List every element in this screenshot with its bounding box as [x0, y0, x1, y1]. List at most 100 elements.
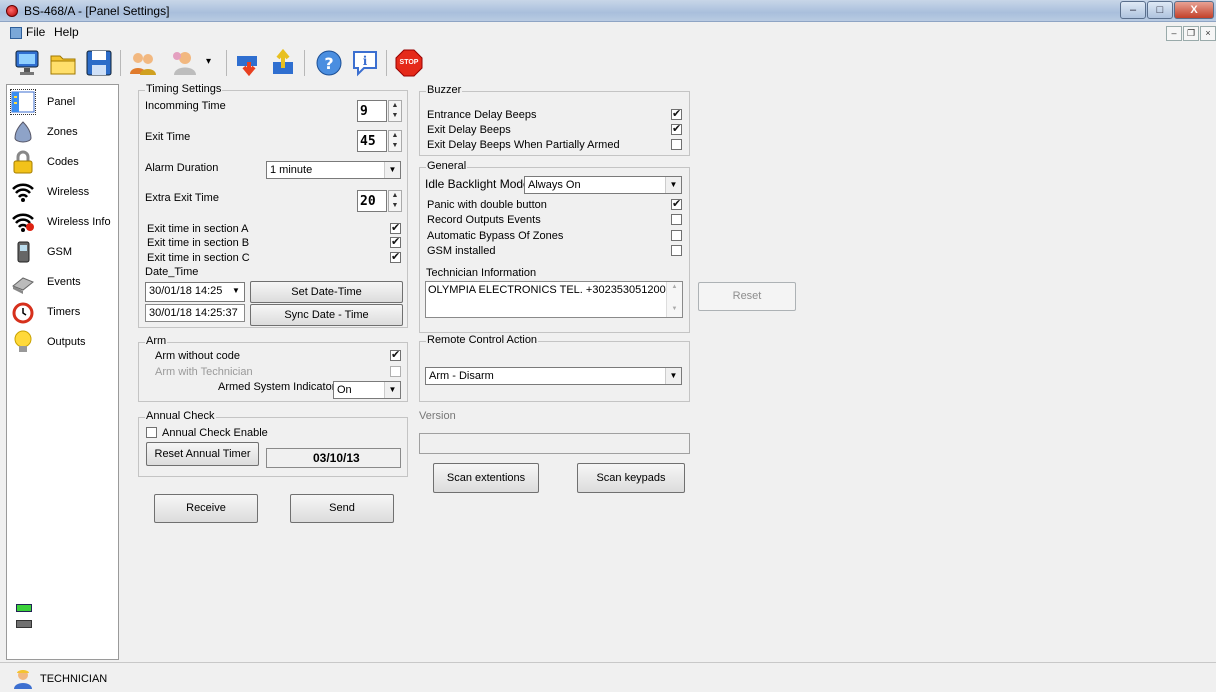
svg-text:?: ? [324, 54, 333, 73]
group-title: Arm [145, 335, 168, 347]
reset-annual-timer-button[interactable]: Reset Annual Timer [146, 442, 259, 466]
sidebar-item-outputs[interactable]: Outputs [7, 327, 118, 357]
user-dropdown-icon[interactable] [170, 48, 200, 78]
exit-time-label: Exit Time [145, 131, 191, 143]
entrance-delay-beeps-checkbox[interactable] [671, 107, 682, 121]
sync-date-time-button[interactable]: Sync Date - Time [250, 304, 403, 326]
date-time-label: Date_Time [145, 266, 199, 278]
technician-avatar-icon [12, 667, 34, 689]
chevron-down-icon: ▼ [665, 368, 681, 384]
mdi-minimize-button[interactable]: – [1166, 26, 1182, 41]
group-title: Annual Check [145, 410, 216, 422]
exit-section-a-checkbox[interactable] [390, 221, 401, 235]
exit-delay-partial-checkbox[interactable] [671, 139, 682, 150]
arm-with-technician-checkbox[interactable] [390, 366, 401, 377]
zones-icon [11, 120, 35, 144]
exit-time-stepper[interactable]: ▲ ▼ [388, 130, 402, 152]
chevron-down-icon: ▼ [384, 162, 400, 178]
exit-section-a-label: Exit time in section A [147, 223, 249, 235]
users-icon[interactable] [128, 48, 158, 78]
monitor-icon[interactable] [12, 48, 42, 78]
alarm-duration-select[interactable]: 1 minute ▼ [266, 161, 401, 179]
technician-info-label: Technician Information [426, 267, 537, 279]
menu-file[interactable]: File [26, 25, 45, 39]
status-indicator-gray [16, 620, 32, 628]
exit-section-b-checkbox[interactable] [390, 235, 401, 249]
chevron-down-icon: ▼ [384, 382, 400, 398]
extra-exit-time-label: Extra Exit Time [145, 192, 219, 204]
bulb-icon [11, 330, 35, 354]
extra-exit-time-field[interactable]: 20 [357, 190, 387, 212]
close-button[interactable]: X [1174, 1, 1214, 19]
scan-extensions-button[interactable]: Scan extentions [433, 463, 539, 493]
mdi-restore-button[interactable]: ❐ [1183, 26, 1199, 41]
annual-check-enable-checkbox[interactable] [146, 427, 157, 438]
chevron-down-icon: ▼ [665, 177, 681, 193]
record-outputs-events-label: Record Outputs Events [427, 214, 541, 226]
sidebar-item-timers[interactable]: Timers [7, 297, 118, 327]
exit-section-c-label: Exit time in section C [147, 252, 250, 264]
send-button[interactable]: Send [290, 494, 394, 523]
set-date-time-button[interactable]: Set Date-Time [250, 281, 403, 303]
sidebar-item-wireless-info[interactable]: Wireless Info [7, 207, 118, 237]
sidebar-item-codes[interactable]: Codes [7, 147, 118, 177]
automatic-bypass-label: Automatic Bypass Of Zones [427, 230, 564, 242]
info-icon[interactable]: i [350, 48, 380, 78]
phone-icon [11, 240, 35, 264]
exit-delay-partial-label: Exit Delay Beeps When Partially Armed [427, 139, 620, 151]
sidebar-item-wireless[interactable]: Wireless [7, 177, 118, 207]
maximize-button[interactable]: □ [1147, 1, 1173, 19]
exit-time-field[interactable]: 45 [357, 130, 387, 152]
download-icon[interactable] [234, 48, 264, 78]
menu-bar [0, 22, 1216, 42]
sidebar-item-zones[interactable]: Zones [7, 117, 118, 147]
incoming-time-stepper[interactable]: ▲ ▼ [388, 100, 402, 122]
receive-button[interactable]: Receive [154, 494, 258, 523]
svg-text:i: i [363, 54, 368, 68]
scan-keypads-button[interactable]: Scan keypads [577, 463, 685, 493]
scrollbar[interactable]: ▲ ▼ [666, 282, 682, 317]
sidebar-item-events[interactable]: Events [7, 267, 118, 297]
technician-info-textarea[interactable]: OLYMPIA ELECTRONICS TEL. +302353051200 ▲… [425, 281, 683, 318]
alarm-clock-icon [11, 300, 35, 324]
chevron-down-icon: ▼ [228, 283, 244, 299]
exit-delay-beeps-checkbox[interactable] [671, 122, 682, 136]
exit-delay-beeps-label: Exit Delay Beeps [427, 124, 511, 136]
remote-control-action-select[interactable]: Arm - Disarm ▼ [425, 367, 682, 385]
armed-indicators-label: Armed System Indicators [218, 381, 341, 393]
sidebar-item-panel[interactable]: Panel [7, 87, 118, 117]
status-bar [0, 662, 1216, 691]
gsm-installed-checkbox[interactable] [671, 245, 682, 256]
panic-double-button-checkbox[interactable] [671, 197, 682, 211]
reset-button[interactable]: Reset [698, 282, 796, 311]
exit-section-c-checkbox[interactable] [390, 250, 401, 264]
automatic-bypass-checkbox[interactable] [671, 230, 682, 241]
toolbar-separator [304, 50, 305, 76]
incoming-time-label: Incomming Time [145, 100, 226, 112]
idle-backlight-select[interactable]: Always On ▼ [524, 176, 682, 194]
events-icon [11, 270, 35, 294]
chevron-down-icon[interactable]: ▾ [206, 56, 211, 67]
document-icon [10, 27, 22, 39]
upload-icon[interactable] [268, 48, 298, 78]
title-bar [0, 0, 1216, 22]
record-outputs-events-checkbox[interactable] [671, 214, 682, 225]
save-disk-icon[interactable] [84, 48, 114, 78]
panic-double-button-label: Panic with double button [427, 199, 547, 211]
sidebar: Panel Zones Codes Wireless Wireless Info… [6, 84, 119, 660]
minimize-button[interactable]: – [1120, 1, 1146, 19]
open-folder-icon[interactable] [48, 48, 78, 78]
date-time-picker[interactable]: 30/01/18 14:25 ▼ [145, 282, 245, 302]
armed-indicators-select[interactable]: On ▼ [333, 381, 401, 399]
version-field [419, 433, 690, 454]
sidebar-item-gsm[interactable]: GSM [7, 237, 118, 267]
incoming-time-field[interactable]: 9 [357, 100, 387, 122]
help-icon[interactable]: ? [314, 48, 344, 78]
panel-icon [10, 89, 36, 115]
extra-exit-time-stepper[interactable]: ▲ ▼ [388, 190, 402, 212]
mdi-close-button[interactable]: × [1200, 26, 1216, 41]
stop-label: STOP [399, 59, 419, 66]
arm-without-code-checkbox[interactable] [390, 348, 401, 362]
group-title: Remote Control Action [426, 334, 539, 346]
menu-help[interactable]: Help [54, 25, 79, 39]
